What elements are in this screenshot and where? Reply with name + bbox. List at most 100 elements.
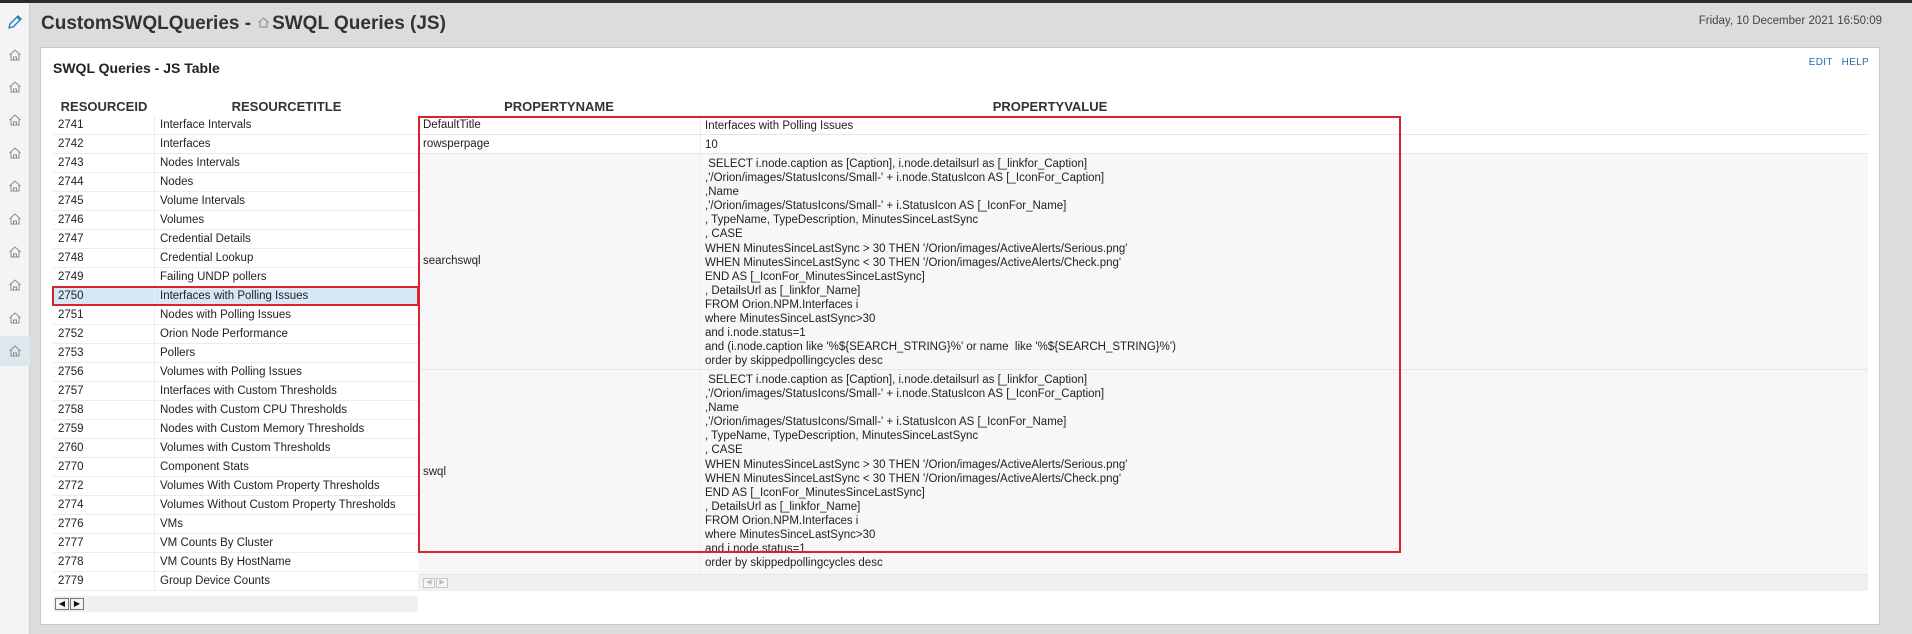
page-title-prefix: CustomSWQLQueries - <box>41 13 252 34</box>
column-header-resourcetitle[interactable]: RESOURCETITLE <box>155 99 418 114</box>
property-name-cell: DefaultTitle <box>423 119 481 131</box>
column-divider <box>154 572 155 591</box>
resource-title-cell: Group Device Counts <box>160 575 270 587</box>
resource-title-cell: Pollers <box>160 347 196 359</box>
resource-id-cell: 2752 <box>58 328 84 340</box>
table-row[interactable]: 2742 Interfaces <box>53 135 418 154</box>
resource-id-cell: 2753 <box>58 347 84 359</box>
sidebar-item-2[interactable] <box>0 72 30 102</box>
column-header-resourceid[interactable]: RESOURCEID <box>53 99 155 114</box>
column-divider <box>154 458 155 477</box>
sidebar-item-10[interactable] <box>0 336 30 366</box>
resource-id-cell: 2776 <box>58 518 84 530</box>
home-icon <box>8 179 22 193</box>
resource-id-cell: 2772 <box>58 480 84 492</box>
table-row[interactable]: 2778 VM Counts By HostName <box>53 553 418 572</box>
resource-title-cell: Volumes with Polling Issues <box>160 366 302 378</box>
home-icon <box>8 344 22 358</box>
prev-page-button[interactable]: ◀ <box>55 598 69 610</box>
left-sidebar <box>0 3 30 634</box>
table-row[interactable]: 2776 VMs <box>53 515 418 534</box>
sidebar-item-7[interactable] <box>0 237 30 267</box>
table-row[interactable]: 2770 Component Stats <box>53 458 418 477</box>
resource-panel: SWQL Queries - JS Table EDIT HELP RESOUR… <box>40 47 1880 625</box>
column-divider <box>154 553 155 572</box>
table-row[interactable]: 2774 Volumes Without Custom Property Thre… <box>53 496 418 515</box>
table-row[interactable]: 2749 Failing UNDP pollers <box>53 268 418 287</box>
resource-id-cell: 2770 <box>58 461 84 473</box>
table-row[interactable]: 2748 Credential Lookup <box>53 249 418 268</box>
table-row[interactable]: 2759 Nodes with Custom Memory Thresholds <box>53 420 418 439</box>
table-row[interactable]: 2743 Nodes Intervals <box>53 154 418 173</box>
resource-id-cell: 2744 <box>58 176 84 188</box>
resource-title-cell: Orion Node Performance <box>160 328 288 340</box>
panel-title: SWQL Queries - JS Table <box>53 60 220 76</box>
sidebar-item-8[interactable] <box>0 270 30 300</box>
home-icon <box>8 80 22 94</box>
resource-id-cell: 2757 <box>58 385 84 397</box>
column-header-propertyvalue[interactable]: PROPERTYVALUE <box>700 99 1400 114</box>
column-divider <box>154 287 155 306</box>
table-row[interactable]: 2779 Group Device Counts <box>53 572 418 591</box>
sidebar-item-5[interactable] <box>0 171 30 201</box>
table-row[interactable]: 2752 Orion Node Performance <box>53 325 418 344</box>
resource-title-cell: Credential Lookup <box>160 252 254 264</box>
table-row[interactable]: 2751 Nodes with Polling Issues <box>53 306 418 325</box>
resource-title-cell: Interfaces with Polling Issues <box>160 290 309 302</box>
property-row[interactable]: DefaultTitle Interfaces with Polling Issu… <box>418 116 1868 135</box>
resource-title-cell: Nodes with Custom Memory Thresholds <box>160 423 365 435</box>
resource-title-cell: Nodes <box>160 176 194 188</box>
table-row[interactable]: 2758 Nodes with Custom CPU Thresholds <box>53 401 418 420</box>
table-row[interactable]: 2772 Volumes With Custom Property Thresho… <box>53 477 418 496</box>
next-page-button-disabled[interactable]: ▶ <box>436 578 448 588</box>
column-divider <box>154 325 155 344</box>
table-row[interactable]: 2777 VM Counts By Cluster <box>53 534 418 553</box>
resource-id-cell: 2758 <box>58 404 84 416</box>
table-row[interactable]: 2760 Volumes with Custom Thresholds <box>53 439 418 458</box>
home-icon <box>8 245 22 259</box>
column-divider <box>154 439 155 458</box>
resource-table: 2741 Interface Intervals 2742 Interfaces 274… <box>52 116 419 591</box>
table-row[interactable]: 2745 Volume Intervals <box>53 192 418 211</box>
column-header-propertyname[interactable]: PROPERTYNAME <box>418 99 700 114</box>
datetime-stamp: Friday, 10 December 2021 16:50:09 <box>1698 15 1882 27</box>
table-row[interactable]: 2746 Volumes <box>53 211 418 230</box>
help-link[interactable]: HELP <box>1842 57 1869 68</box>
panel-links: EDIT HELP <box>1803 57 1869 68</box>
resource-title-cell: VM Counts By HostName <box>160 556 292 568</box>
resource-title-cell: Failing UNDP pollers <box>160 271 267 283</box>
property-row[interactable]: rowsperpage 10 <box>418 135 1868 154</box>
resource-id-cell: 2774 <box>58 499 84 511</box>
property-row[interactable]: searchswql SELECT i.node.caption as [Cap… <box>418 154 1868 370</box>
sidebar-item-1[interactable] <box>0 40 30 70</box>
resource-title-cell: Volume Intervals <box>160 195 246 207</box>
prev-page-button-disabled[interactable]: ◀ <box>423 578 435 588</box>
column-divider <box>154 477 155 496</box>
resource-title-cell: Interfaces <box>160 138 211 150</box>
column-divider <box>154 173 155 192</box>
sidebar-item-9[interactable] <box>0 303 30 333</box>
property-name-cell: searchswql <box>423 255 481 267</box>
sidebar-item-4[interactable] <box>0 138 30 168</box>
edit-link[interactable]: EDIT <box>1809 57 1833 68</box>
property-row[interactable]: swql SELECT i.node.caption as [Caption],… <box>418 370 1868 575</box>
resource-id-cell: 2756 <box>58 366 84 378</box>
table-row[interactable]: 2757 Interfaces with Custom Thresholds <box>53 382 418 401</box>
table-row[interactable]: 2744 Nodes <box>53 173 418 192</box>
table-row[interactable]: 2741 Interface Intervals <box>53 116 418 135</box>
column-divider <box>154 192 155 211</box>
table-row[interactable]: 2747 Credential Details <box>53 230 418 249</box>
sidebar-item-6[interactable] <box>0 204 30 234</box>
table-row[interactable]: 2753 Pollers <box>53 344 418 363</box>
resource-id-cell: 2778 <box>58 556 84 568</box>
column-divider <box>154 363 155 382</box>
table-row[interactable]: 2756 Volumes with Polling Issues <box>53 363 418 382</box>
table-row[interactable]: 2750 Interfaces with Polling Issues <box>52 286 419 306</box>
sidebar-item-3[interactable] <box>0 105 30 135</box>
next-page-button[interactable]: ▶ <box>70 598 84 610</box>
property-value-cell: Interfaces with Polling Issues <box>705 120 854 132</box>
pencil-icon[interactable] <box>0 7 30 37</box>
resource-id-cell: 2742 <box>58 138 84 150</box>
column-divider <box>700 154 701 369</box>
column-divider <box>154 534 155 553</box>
